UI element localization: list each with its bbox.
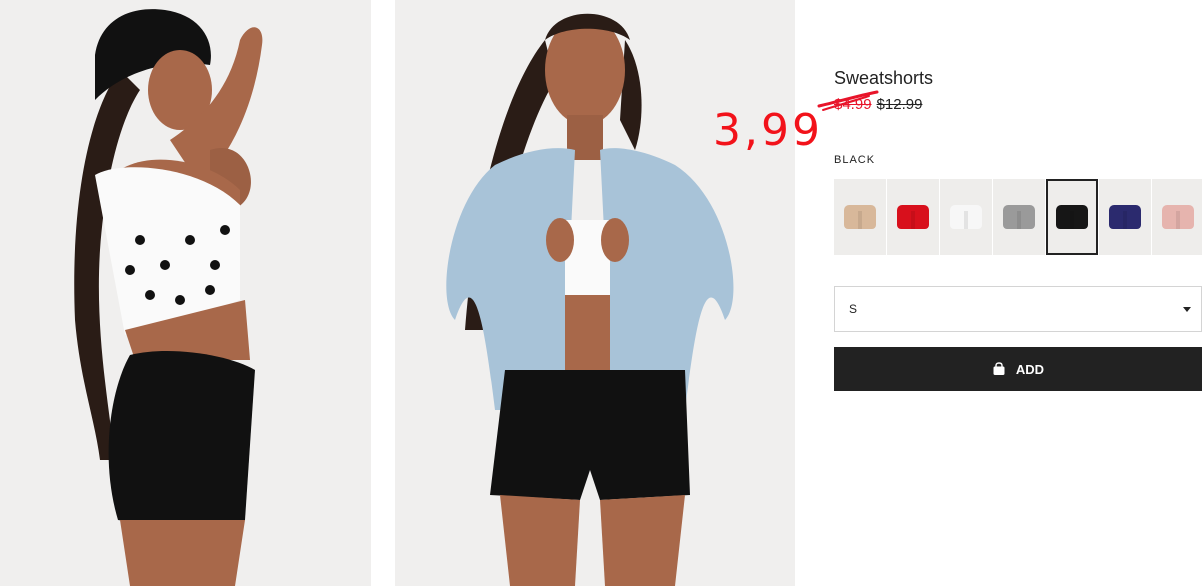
swatch-black-thumbnail — [1056, 205, 1088, 229]
size-value: S — [849, 302, 858, 316]
original-price: $12.99 — [876, 96, 923, 113]
add-button-label: ADD — [1015, 361, 1045, 377]
swatch-navy[interactable] — [1099, 179, 1151, 255]
swatch-light-pink-thumbnail — [1162, 205, 1194, 229]
model-side-illustration — [0, 0, 371, 586]
annotation-new-price: 3,99 — [713, 105, 823, 156]
sale-price: $4.99 — [834, 96, 872, 113]
swatch-beige-thumbnail — [844, 205, 876, 229]
selected-color-label: BLACK — [834, 154, 876, 166]
swatch-black[interactable] — [1046, 179, 1098, 255]
color-swatch-list — [834, 179, 1202, 255]
swatch-beige[interactable] — [834, 179, 886, 255]
price-row: $4.99 $12.99 — [834, 96, 922, 113]
swatch-white[interactable] — [940, 179, 992, 255]
swatch-white-thumbnail — [950, 205, 982, 229]
product-title: Sweatshorts — [834, 68, 934, 88]
add-to-bag-button[interactable]: ADD — [834, 347, 1202, 391]
swatch-light-pink[interactable] — [1152, 179, 1202, 255]
chevron-down-icon — [1183, 307, 1191, 312]
swatch-grey[interactable] — [993, 179, 1045, 255]
swatch-red-thumbnail — [897, 205, 929, 229]
shopping-bag-icon — [993, 362, 1005, 375]
product-image-side[interactable] — [0, 0, 371, 586]
swatch-grey-thumbnail — [1003, 205, 1035, 229]
swatch-red[interactable] — [887, 179, 939, 255]
model-front-illustration — [395, 0, 795, 586]
size-dropdown[interactable]: S — [834, 286, 1202, 332]
swatch-navy-thumbnail — [1109, 205, 1141, 229]
product-image-front[interactable] — [395, 0, 795, 586]
